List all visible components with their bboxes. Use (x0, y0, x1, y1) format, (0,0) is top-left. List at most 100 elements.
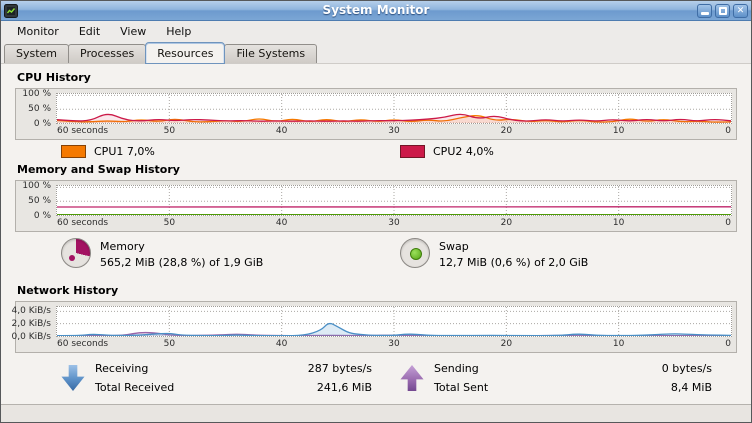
memory-pie-dot (69, 255, 75, 261)
swap-pie-icon (400, 238, 430, 268)
total-sent-label: Total Sent (434, 378, 662, 397)
cpu1-legend-label: CPU1 7,0% (94, 145, 155, 158)
tab-resources[interactable]: Resources (145, 42, 225, 64)
x-axis-tick-label: 30 (388, 218, 399, 228)
cpu1-color-swatch (61, 145, 86, 158)
network-legend: Receiving 287 bytes/s Total Received 241… (15, 359, 737, 397)
status-bar (1, 404, 751, 422)
total-received-value: 241,6 MiB (308, 378, 372, 397)
system-monitor-window: System Monitor ✕ Monitor Edit View Help … (0, 0, 752, 423)
y-axis-tick-label: 50 % (28, 196, 51, 206)
memory-y-axis: 100 %50 %0 % (16, 185, 53, 216)
x-axis-tick-label: 0 (725, 126, 731, 136)
cpu1-legend-item: CPU1 7,0% (15, 145, 376, 158)
cpu-history-graph: 100 %50 %0 % 60 seconds50403020100 (15, 88, 737, 140)
cpu-y-axis: 100 %50 %0 % (16, 93, 53, 124)
memory-plot-area (56, 185, 732, 216)
sending-legend: Sending 0 bytes/s Total Sent 8,4 MiB (376, 359, 737, 397)
window-title: System Monitor (1, 1, 751, 20)
network-chart (57, 307, 731, 336)
network-plot-area (56, 306, 732, 337)
swap-detail: 12,7 MiB (0,6 %) of 2,0 GiB (439, 255, 588, 271)
sending-up-arrow-icon (400, 365, 424, 392)
tab-processes[interactable]: Processes (68, 44, 146, 63)
x-axis-tick-label: 50 (164, 218, 175, 228)
memory-detail: 565,2 MiB (28,8 %) of 1,9 GiB (100, 255, 263, 271)
x-axis-tick-label: 60 seconds (57, 339, 108, 349)
menu-edit[interactable]: Edit (69, 22, 110, 41)
total-sent-value: 8,4 MiB (662, 378, 712, 397)
minimize-icon (701, 12, 709, 15)
network-graph: 4,0 KiB/s2,0 KiB/s0,0 KiB/s 60 seconds50… (15, 301, 737, 353)
memory-swap-history-title: Memory and Swap History (17, 163, 735, 176)
menu-help[interactable]: Help (156, 22, 201, 41)
tab-file-systems[interactable]: File Systems (224, 44, 317, 63)
menubar: Monitor Edit View Help (1, 21, 751, 41)
x-axis-tick-label: 40 (276, 218, 287, 228)
network-x-axis: 60 seconds 50 40 30 20 10 0 (57, 338, 731, 351)
memory-pie-icon (61, 238, 91, 268)
y-axis-tick-label: 50 % (28, 104, 51, 114)
menu-view[interactable]: View (110, 22, 156, 41)
cpu2-legend-item: CPU2 4,0% (376, 145, 737, 158)
y-axis-tick-label: 2,0 KiB/s (12, 319, 51, 329)
x-axis-tick-label: 60 seconds (57, 126, 108, 136)
y-axis-tick-label: 4,0 KiB/s (12, 306, 51, 316)
sending-value: 0 bytes/s (662, 359, 712, 378)
cpu-history-title: CPU History (17, 71, 735, 84)
swap-label: Swap (439, 239, 588, 255)
x-axis-tick-label: 40 (276, 339, 287, 349)
resources-panel: CPU History 100 %50 %0 % 60 seconds50403… (1, 63, 751, 404)
maximize-button[interactable] (715, 4, 730, 18)
cpu-x-axis: 60 seconds 50 40 30 20 10 0 (57, 125, 731, 138)
x-axis-tick-label: 40 (276, 126, 287, 136)
receiving-label: Receiving (95, 359, 308, 378)
cpu-plot-area (56, 93, 732, 124)
y-axis-tick-label: 0 % (34, 211, 51, 221)
x-axis-tick-label: 50 (164, 126, 175, 136)
x-axis-tick-label: 10 (613, 218, 624, 228)
swap-legend-item: Swap 12,7 MiB (0,6 %) of 2,0 GiB (376, 238, 737, 271)
memory-swap-legend: Memory 565,2 MiB (28,8 %) of 1,9 GiB Swa… (15, 232, 737, 279)
tab-bar: System Processes Resources File Systems (1, 41, 751, 63)
y-axis-tick-label: 100 % (22, 89, 51, 99)
minimize-button[interactable] (697, 4, 712, 18)
memory-label: Memory (100, 239, 263, 255)
receiving-legend: Receiving 287 bytes/s Total Received 241… (15, 359, 376, 397)
sending-label: Sending (434, 359, 662, 378)
total-received-label: Total Received (95, 378, 308, 397)
receiving-down-arrow-icon (61, 365, 85, 392)
tab-system[interactable]: System (4, 44, 69, 63)
x-axis-tick-label: 10 (613, 339, 624, 349)
memory-x-axis: 60 seconds 50 40 30 20 10 0 (57, 217, 731, 230)
network-y-axis: 4,0 KiB/s2,0 KiB/s0,0 KiB/s (16, 306, 53, 337)
memory-legend-item: Memory 565,2 MiB (28,8 %) of 1,9 GiB (15, 238, 376, 271)
x-axis-tick-label: 20 (501, 339, 512, 349)
cpu2-color-swatch (400, 145, 425, 158)
x-axis-tick-label: 50 (164, 339, 175, 349)
system-monitor-app-icon (4, 4, 18, 18)
x-axis-tick-label: 30 (388, 126, 399, 136)
cpu-chart (57, 94, 731, 123)
network-history-title: Network History (17, 284, 735, 297)
y-axis-tick-label: 0 % (34, 119, 51, 129)
cpu2-legend-label: CPU2 4,0% (433, 145, 494, 158)
x-axis-tick-label: 0 (725, 339, 731, 349)
close-button[interactable]: ✕ (733, 4, 748, 18)
titlebar[interactable]: System Monitor ✕ (1, 1, 751, 21)
x-axis-tick-label: 20 (501, 126, 512, 136)
x-axis-tick-label: 0 (725, 218, 731, 228)
menu-monitor[interactable]: Monitor (7, 22, 69, 41)
memory-swap-chart (57, 186, 731, 215)
y-axis-tick-label: 100 % (22, 181, 51, 191)
x-axis-tick-label: 30 (388, 339, 399, 349)
x-axis-tick-label: 20 (501, 218, 512, 228)
memory-swap-graph: 100 %50 %0 % 60 seconds50403020100 (15, 180, 737, 232)
y-axis-tick-label: 0,0 KiB/s (12, 332, 51, 342)
x-axis-tick-label: 60 seconds (57, 218, 108, 228)
receiving-value: 287 bytes/s (308, 359, 372, 378)
cpu-legend: CPU1 7,0% CPU2 4,0% (15, 145, 737, 158)
x-axis-tick-label: 10 (613, 126, 624, 136)
close-icon: ✕ (737, 6, 745, 16)
window-controls: ✕ (697, 4, 748, 18)
